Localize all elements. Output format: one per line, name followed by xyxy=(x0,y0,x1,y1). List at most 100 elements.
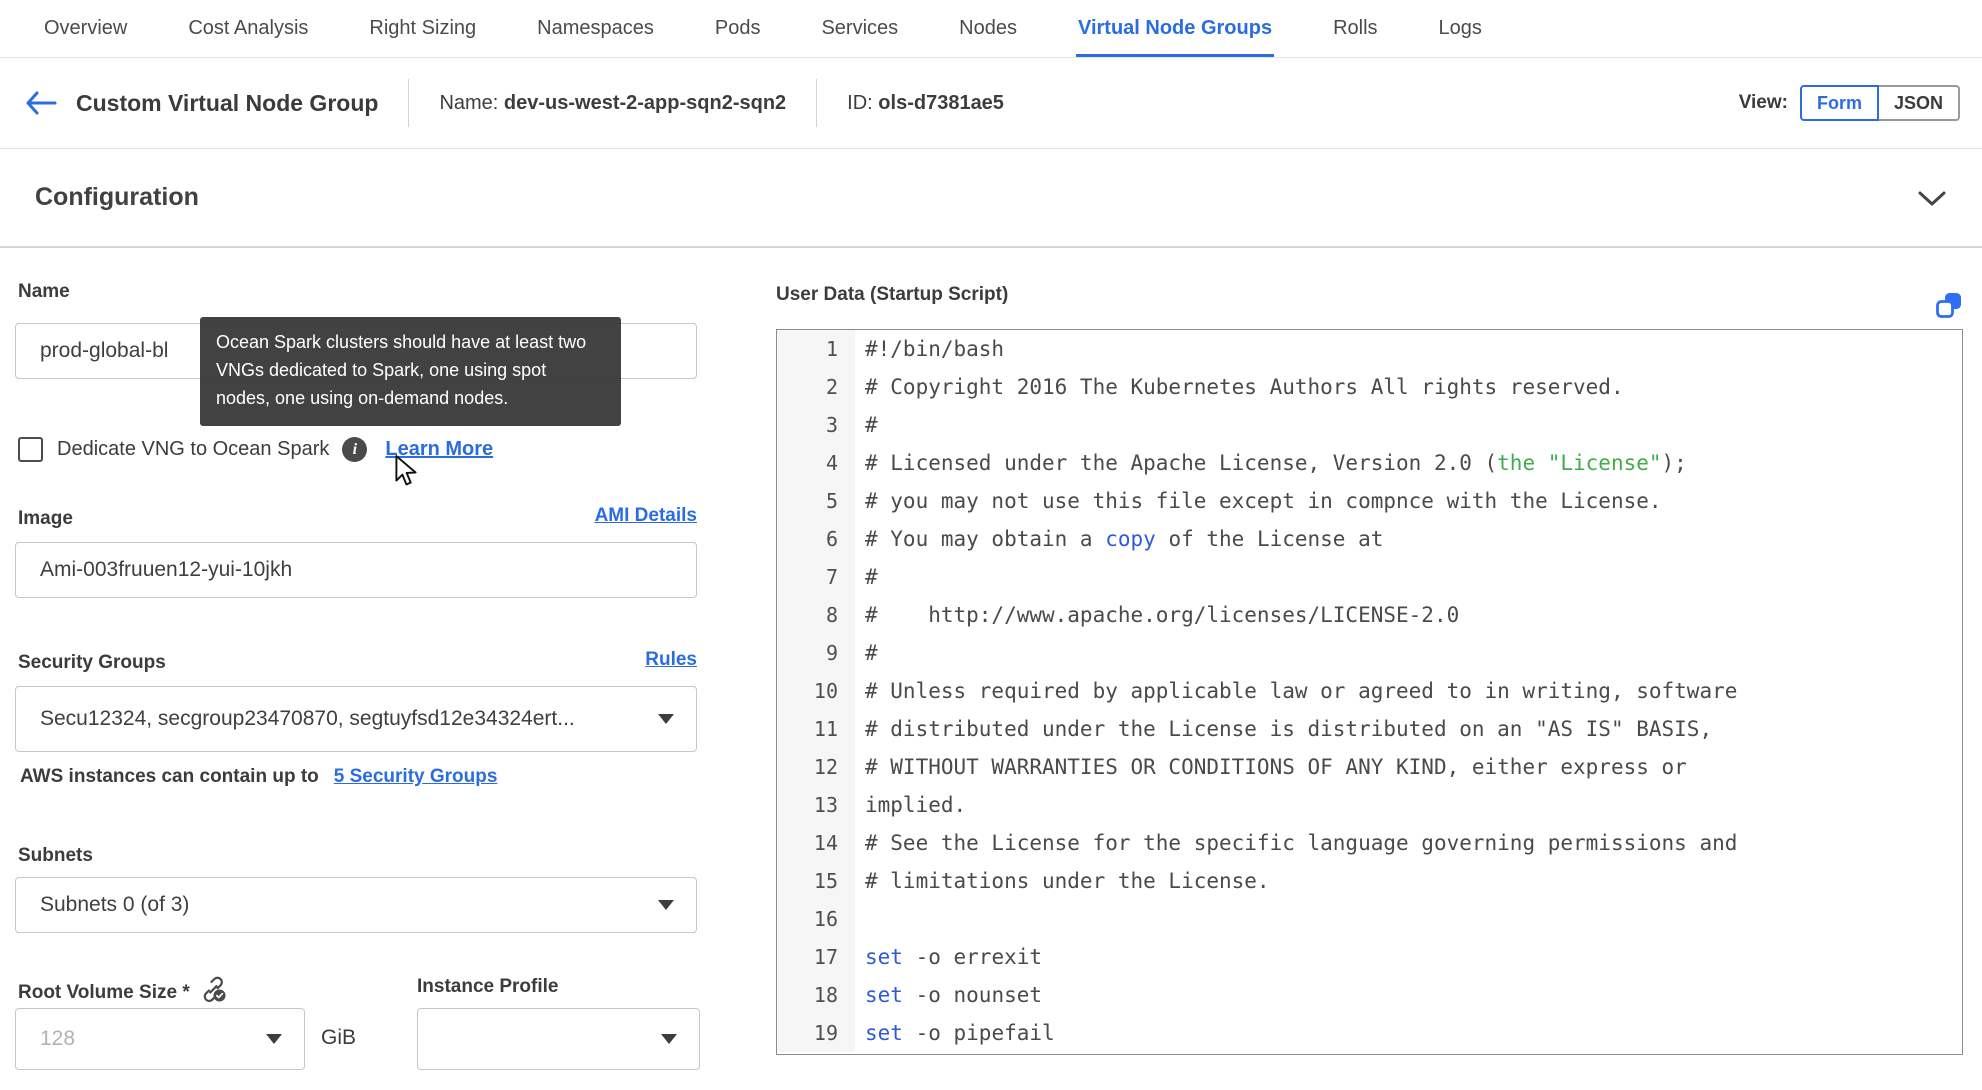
instance-profile-select[interactable] xyxy=(417,1008,700,1070)
code-content: # limitations under the License. xyxy=(855,869,1270,893)
code-line: 11 # distributed under the License is dis… xyxy=(777,710,1962,748)
root-volume-placeholder: 128 xyxy=(40,1027,76,1050)
code-line: 7 # xyxy=(777,558,1962,596)
vng-name-value: dev-us-west-2-app-sqn2-sqn2 xyxy=(503,91,787,114)
user-data-code-editor[interactable]: 1 #!/bin/bash 2 # Copyright 2016 The Kubern… xyxy=(776,329,1963,1055)
code-content: # Licensed under the Apache License, Ver… xyxy=(855,451,1687,475)
code-token: implied. xyxy=(865,793,967,817)
code-token: -o pipefail xyxy=(902,1021,1055,1045)
form-view-button[interactable]: Form xyxy=(1799,85,1879,121)
vng-name-label: Name: xyxy=(439,91,504,114)
code-content: set -o errexit xyxy=(855,945,1042,969)
code-content: set -o nounset xyxy=(855,983,1042,1007)
tab-overview[interactable]: Overview xyxy=(42,0,129,57)
tab-virtual-node-groups[interactable]: Virtual Node Groups xyxy=(1076,0,1274,57)
rules-link-text[interactable]: Rules xyxy=(645,649,697,670)
code-token: # Copyright 2016 The Kubernetes Authors … xyxy=(865,375,1624,399)
ami-details-link[interactable]: AMI Details xyxy=(595,505,697,527)
vng-id: ID: ols-d7381ae5 xyxy=(847,92,1004,115)
line-number: 1 xyxy=(777,330,855,368)
header-divider xyxy=(408,79,410,127)
security-groups-select[interactable]: Secu12324, secgroup23470870, segtuyfsd12… xyxy=(15,686,697,752)
code-token: -o nounset xyxy=(902,983,1043,1007)
dedicate-vng-row: Dedicate VNG to Ocean Spark i Learn More xyxy=(18,437,493,462)
page-title: Custom Virtual Node Group xyxy=(76,89,379,116)
code-token: # Unless required by applicable law or a… xyxy=(865,679,1738,703)
code-token: the "License" xyxy=(1497,451,1662,475)
dedicate-vng-checkbox[interactable] xyxy=(18,437,43,462)
code-token: # See the License for the specific langu… xyxy=(865,831,1738,855)
tab-logs[interactable]: Logs xyxy=(1437,0,1484,57)
line-number: 19 xyxy=(777,1014,855,1052)
image-input[interactable]: Ami-003fruuen12-yui-10jkh xyxy=(15,542,697,598)
nav-tabs: Overview Cost Analysis Right Sizing Namespa… xyxy=(0,0,1982,58)
tab-namespaces[interactable]: Namespaces xyxy=(535,0,656,57)
tab-right-sizing[interactable]: Right Sizing xyxy=(367,0,478,57)
caret-down-icon xyxy=(266,1034,282,1044)
line-number: 7 xyxy=(777,558,855,596)
code-token: set xyxy=(865,945,903,969)
tab-pods[interactable]: Pods xyxy=(713,0,763,57)
back-arrow-icon[interactable] xyxy=(24,90,58,116)
line-number: 5 xyxy=(777,482,855,520)
code-token: # You may obtain a xyxy=(865,527,1106,551)
code-token: # xyxy=(865,565,878,589)
security-groups-label: Security Groups xyxy=(18,652,166,673)
line-number: 16 xyxy=(777,900,855,938)
gib-unit-label: GiB xyxy=(321,1026,357,1049)
user-data-label: User Data (Startup Script) xyxy=(776,284,1009,305)
virtual-node-group-page: Overview Cost Analysis Right Sizing Namespa… xyxy=(0,0,1982,1090)
code-line: 15 # limitations under the License. xyxy=(777,862,1962,900)
line-number: 18 xyxy=(777,976,855,1014)
name-label: Name xyxy=(18,281,70,302)
rules-link[interactable]: Rules xyxy=(645,649,697,671)
caret-down-icon xyxy=(658,900,674,910)
tab-services[interactable]: Services xyxy=(819,0,900,57)
code-line: 9 # xyxy=(777,634,1962,672)
line-number: 4 xyxy=(777,444,855,482)
security-groups-hint-text: AWS instances can contain up to xyxy=(20,766,319,787)
code-line: 10 # Unless required by applicable law or… xyxy=(777,672,1962,710)
line-number: 6 xyxy=(777,520,855,558)
code-token: # Licensed under the Apache License, Ver… xyxy=(865,451,1498,475)
code-line: 1 #!/bin/bash xyxy=(777,330,1962,368)
tab-cost-analysis[interactable]: Cost Analysis xyxy=(186,0,310,57)
root-volume-label-text: Root Volume Size * xyxy=(18,982,190,1003)
line-number: 13 xyxy=(777,786,855,824)
five-security-groups-link[interactable]: 5 Security Groups xyxy=(334,766,498,788)
line-number: 12 xyxy=(777,748,855,786)
vng-name: Name: dev-us-west-2-app-sqn2-sqn2 xyxy=(439,92,786,115)
code-content: # Unless required by applicable law or a… xyxy=(855,679,1737,703)
ami-details-link-text[interactable]: AMI Details xyxy=(595,505,697,526)
image-label: Image xyxy=(18,508,73,529)
view-label: View: xyxy=(1738,92,1788,113)
code-line: 5 # you may not use this file except in c… xyxy=(777,482,1962,520)
code-token: set xyxy=(865,983,903,1007)
tab-rolls[interactable]: Rolls xyxy=(1331,0,1379,57)
code-token: of the License at xyxy=(1155,527,1384,551)
vng-id-value: ols-d7381ae5 xyxy=(878,91,1004,114)
line-number: 15 xyxy=(777,862,855,900)
configuration-title: Configuration xyxy=(35,183,199,211)
json-view-button[interactable]: JSON xyxy=(1876,85,1960,121)
header-divider xyxy=(816,79,818,127)
code-line: 2 # Copyright 2016 The Kubernetes Authors… xyxy=(777,368,1962,406)
code-line: 16 xyxy=(777,900,1962,938)
subnets-select[interactable]: Subnets 0 (of 3) xyxy=(15,877,697,933)
copy-icon[interactable] xyxy=(1934,290,1964,320)
code-line: 14 # See the License for the specific lan… xyxy=(777,824,1962,862)
root-volume-label: Root Volume Size * xyxy=(18,976,227,1009)
code-line: 19 set -o pipefail xyxy=(777,1014,1962,1052)
info-icon[interactable]: i xyxy=(342,437,368,462)
code-content: # xyxy=(855,565,878,589)
code-token: # distributed under the License is distr… xyxy=(865,717,1713,741)
line-number: 10 xyxy=(777,672,855,710)
code-content: # WITHOUT WARRANTIES OR CONDITIONS OF AN… xyxy=(855,755,1687,779)
code-token: -o errexit xyxy=(902,945,1043,969)
chevron-down-icon[interactable] xyxy=(1918,191,1946,207)
code-line: 6 # You may obtain a copy of the License … xyxy=(777,520,1962,558)
root-volume-select[interactable]: 128 xyxy=(15,1008,305,1070)
line-number: 2 xyxy=(777,368,855,406)
code-content: # distributed under the License is distr… xyxy=(855,717,1712,741)
tab-nodes[interactable]: Nodes xyxy=(957,0,1019,57)
